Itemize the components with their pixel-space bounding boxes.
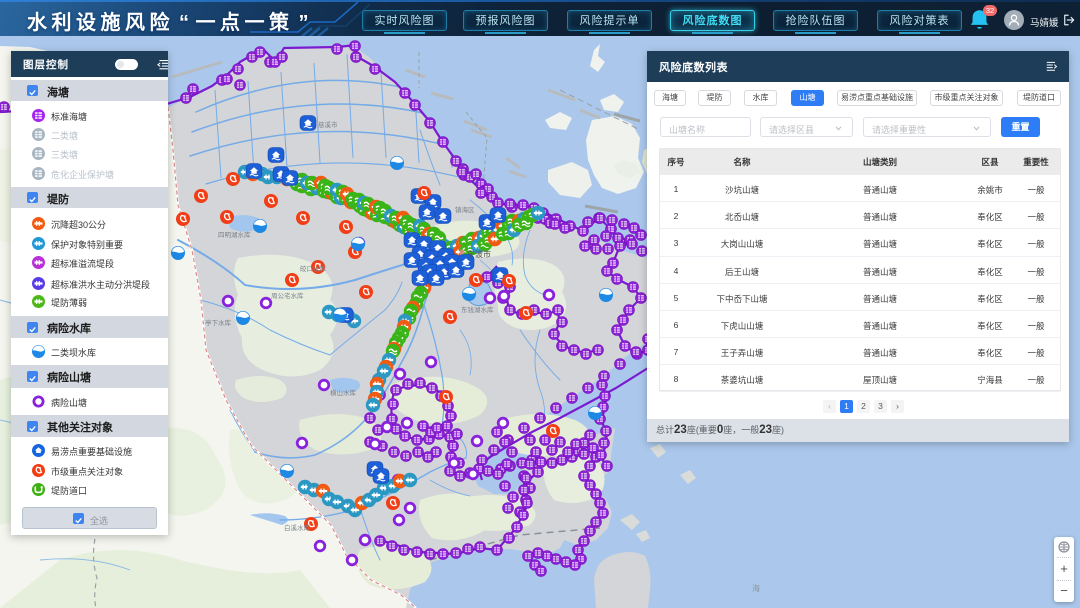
svg-text:宁波市: 宁波市 [467, 249, 491, 259]
svg-text:慈溪市: 慈溪市 [318, 120, 338, 129]
svg-text:四明湖水库: 四明湖水库 [218, 230, 251, 239]
svg-text:海: 海 [752, 583, 760, 593]
svg-text:东钱湖水库: 东钱湖水库 [461, 305, 494, 314]
svg-text:横山水库: 横山水库 [330, 388, 357, 397]
svg-text:周公宅水库: 周公宅水库 [271, 291, 304, 300]
svg-text:皎口水库: 皎口水库 [300, 264, 327, 273]
svg-text:镇海区: 镇海区 [455, 205, 475, 214]
svg-text:亭下水库: 亭下水库 [205, 318, 232, 327]
svg-text:白溪水库: 白溪水库 [284, 523, 311, 532]
